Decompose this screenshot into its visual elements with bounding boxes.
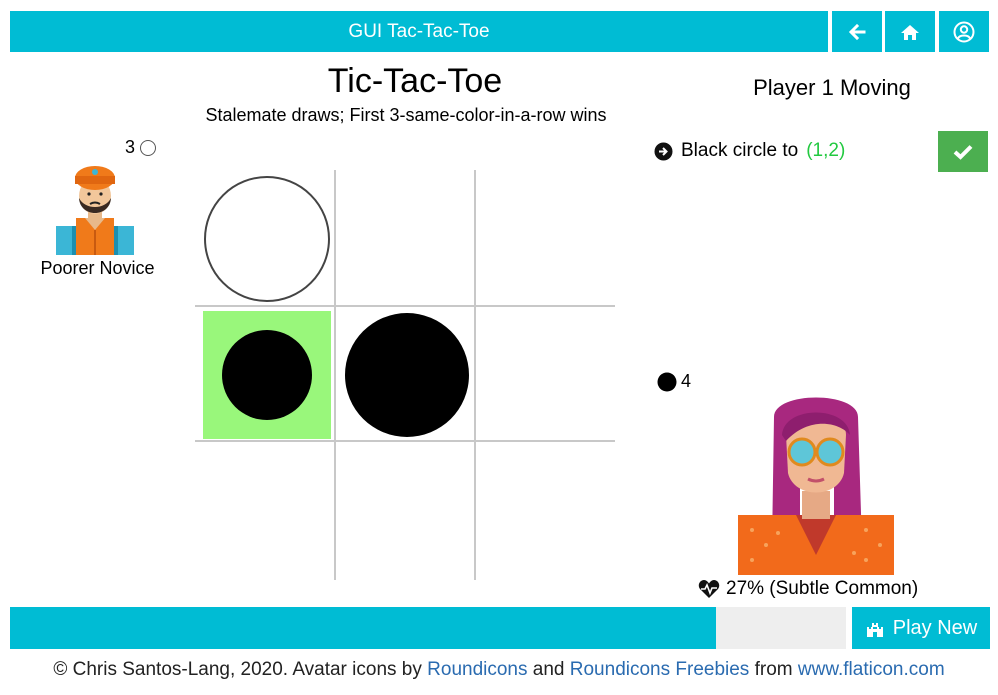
back-arrow-icon xyxy=(848,23,866,40)
player-right-score-value: 4 xyxy=(681,371,692,391)
move-text: Black circle to xyxy=(681,140,799,161)
flaticon-link[interactable]: www.flaticon.com xyxy=(798,659,945,680)
footer-credits: © Chris Santos-Lang, 2020. Avatar icons … xyxy=(0,659,998,681)
white-circle-piece xyxy=(204,176,330,302)
checkmark-icon xyxy=(953,144,973,160)
novice-avatar xyxy=(56,166,134,255)
player-left-score: 3 xyxy=(125,137,157,158)
arrow-circle-right-icon xyxy=(654,142,673,160)
play-new-button[interactable]: Play New xyxy=(852,607,990,649)
back-button[interactable] xyxy=(832,11,882,52)
move-indicator: Black circle to (1,2) xyxy=(654,140,845,162)
play-new-label: Play New xyxy=(892,616,978,639)
roundicons-link[interactable]: Roundicons xyxy=(427,659,527,680)
footer-copyright: © Chris Santos-Lang, 2020. Avatar icons … xyxy=(53,659,428,680)
player-right-score: 4 xyxy=(657,371,691,392)
black-circle-piece xyxy=(345,313,469,437)
footer-and: and xyxy=(527,659,570,680)
home-icon xyxy=(901,24,919,40)
player-right-rating: 27% (Subtle Common) xyxy=(698,578,918,600)
white-circle-icon xyxy=(140,139,157,156)
rating-text: 27% (Subtle Common) xyxy=(726,578,919,599)
board-cell-1-0[interactable] xyxy=(203,311,331,439)
board-cell-1-1[interactable] xyxy=(345,313,469,437)
game-rules: Stalemate draws; First 3-same-color-in-a… xyxy=(205,105,607,125)
roundicons-freebies-link[interactable]: Roundicons Freebies xyxy=(570,659,750,680)
black-circle-icon xyxy=(657,372,677,391)
castle-icon xyxy=(866,623,883,637)
home-button[interactable] xyxy=(885,11,935,52)
game-board[interactable] xyxy=(195,170,615,580)
progress-bar-remaining xyxy=(716,607,846,649)
move-coordinate: (1,2) xyxy=(806,140,846,161)
footer-from: from xyxy=(749,659,798,680)
board-cell-0-0[interactable] xyxy=(204,176,330,302)
player-left-name: Poorer Novice xyxy=(40,258,155,278)
app-title: GUI Tac-Tac-Toe xyxy=(348,20,490,42)
opponent-avatar xyxy=(738,397,894,575)
user-account-icon xyxy=(953,21,975,42)
account-button[interactable] xyxy=(939,11,989,52)
app-title-bar: GUI Tac-Tac-Toe xyxy=(10,11,828,52)
progress-bar xyxy=(10,607,716,649)
player-left-score-value: 3 xyxy=(125,137,136,157)
turn-status: Player 1 Moving xyxy=(753,75,911,100)
heartbeat-icon xyxy=(698,580,720,598)
black-circle-piece xyxy=(222,330,312,420)
game-title: Tic-Tac-Toe xyxy=(327,62,503,100)
confirm-move-button[interactable] xyxy=(938,131,988,172)
